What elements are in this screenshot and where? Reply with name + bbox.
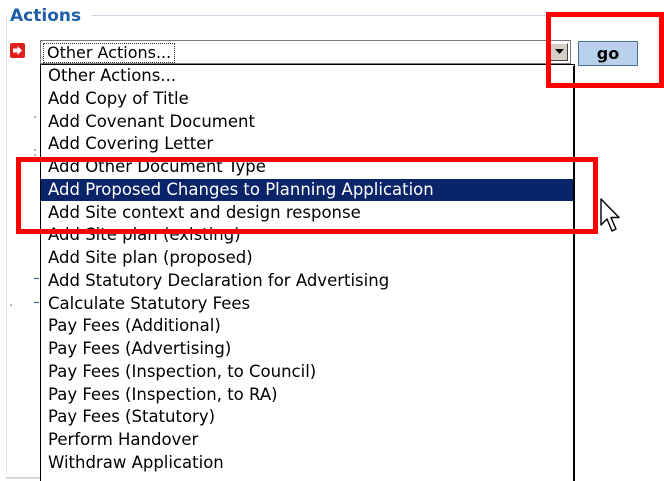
background-link-fragment	[34, 268, 39, 279]
background-link-fragment	[34, 292, 39, 303]
actions-panel: Actions . : : · Other Actions... go Othe…	[0, 0, 664, 481]
background-fragment: ·	[9, 299, 14, 314]
action-option[interactable]: Pay Fees (Statutory)	[41, 406, 574, 428]
mouse-pointer-icon	[600, 198, 622, 238]
action-option[interactable]: Perform Handover	[41, 429, 574, 451]
annotation-highlight-go	[546, 12, 664, 88]
action-option[interactable]: Calculate Statutory Fees	[41, 293, 574, 315]
list-border	[573, 66, 574, 481]
action-option[interactable]: Add Copy of Title	[41, 88, 574, 110]
action-option[interactable]: Withdraw Application	[41, 452, 574, 474]
action-option[interactable]: Pay Fees (Inspection, to Council)	[41, 361, 574, 383]
divider	[6, 477, 40, 479]
action-option[interactable]: Add Site plan (proposed)	[41, 247, 574, 269]
panel-title: Actions	[10, 6, 86, 26]
red-arrow-right-icon	[10, 43, 25, 58]
action-select-value: Other Actions...	[43, 43, 176, 63]
action-option[interactable]: Pay Fees (Advertising)	[41, 338, 574, 360]
annotation-highlight-options	[16, 157, 598, 234]
action-option[interactable]: Other Actions...	[41, 65, 574, 87]
background-fragment: .	[33, 107, 38, 122]
action-option[interactable]: Pay Fees (Inspection, to RA)	[41, 384, 574, 406]
action-option[interactable]: Pay Fees (Additional)	[41, 315, 574, 337]
action-option[interactable]: Add Covenant Document	[41, 111, 574, 133]
action-select[interactable]: Other Actions...	[40, 40, 571, 64]
action-options-list[interactable]: Other Actions... Add Copy of Title Add Cov…	[40, 64, 575, 481]
action-option[interactable]: Add Statutory Declaration for Advertisin…	[41, 270, 574, 292]
fieldset-border	[6, 15, 7, 475]
action-option[interactable]: Add Covering Letter	[41, 133, 574, 155]
